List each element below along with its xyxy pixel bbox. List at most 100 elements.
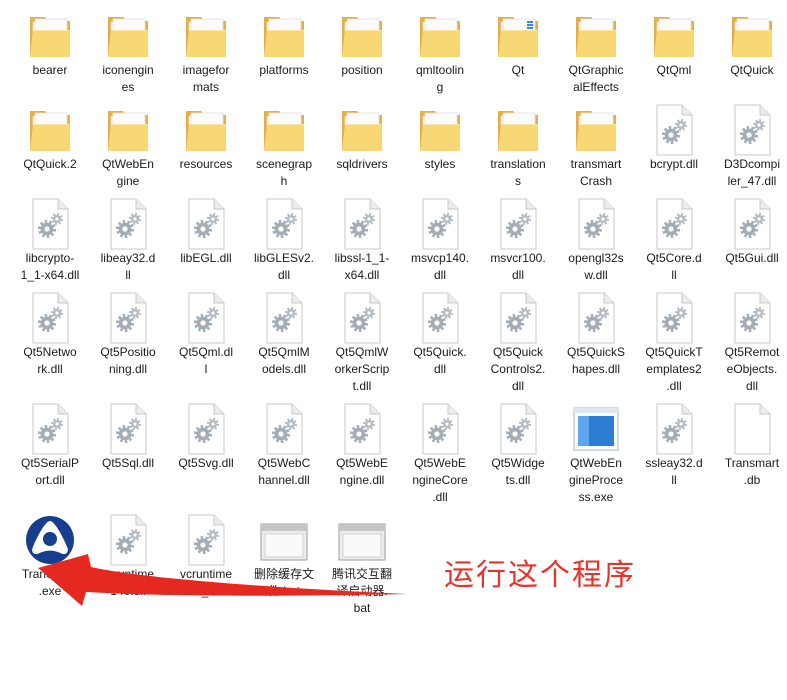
file-item[interactable]: Qt5QmlW orkerScrip t.dll	[328, 292, 396, 403]
file-item[interactable]: Qt5QuickS hapes.dll	[562, 292, 630, 403]
file-item[interactable]: Qt5WebC hannel.dll	[250, 403, 318, 514]
dll-gears-icon	[94, 514, 162, 566]
file-item[interactable]: opengl32s w.dll	[562, 198, 630, 292]
folder-item[interactable]: bearer	[16, 10, 84, 104]
dll-gears-icon	[640, 403, 708, 455]
file-name-label: QtWebEn gine	[102, 156, 154, 190]
file-item[interactable]: Qt5Gui.dll	[718, 198, 786, 292]
dll-gears-icon	[406, 403, 474, 455]
dll-gears-icon	[562, 198, 630, 250]
file-item[interactable]: libeay32.d ll	[94, 198, 162, 292]
dll-gears-icon	[562, 292, 630, 344]
file-name-label: opengl32s w.dll	[568, 250, 623, 284]
file-name-label: vcruntime 140.dll	[102, 566, 154, 600]
file-item[interactable]: libGLESv2. dll	[250, 198, 318, 292]
file-item[interactable]: Qt5Netwo rk.dll	[16, 292, 84, 403]
file-item[interactable]: msvcp140. dll	[406, 198, 474, 292]
folder-icon	[562, 10, 630, 62]
file-item[interactable]: TranSmart .exe	[16, 514, 84, 625]
file-item[interactable]: Qt5Quick Controls2. dll	[484, 292, 552, 403]
file-item[interactable]: vcruntime 140.dll	[94, 514, 162, 625]
file-name-line: vcruntime	[179, 567, 232, 581]
file-name-line: libssl-1_1-	[334, 251, 390, 265]
folder-item[interactable]: QtQuick	[718, 10, 786, 104]
file-name-line: D3Dcompi	[723, 157, 780, 171]
file-item[interactable]: 腾讯交互翻 译启动器. bat	[328, 514, 396, 625]
file-name-line: libEGL.dll	[180, 251, 232, 265]
file-name-label: Qt5Quick Controls2. dll	[491, 344, 546, 395]
folder-item[interactable]: qmltoolin g	[406, 10, 474, 104]
folder-item[interactable]: position	[328, 10, 396, 104]
folder-item[interactable]: transmart Crash	[562, 104, 630, 198]
file-item[interactable]: QtWebEn gineProce ss.exe	[562, 403, 630, 514]
folder-item[interactable]: imagefor mats	[172, 10, 240, 104]
file-item[interactable]: Qt5QuickT emplates2 .dll	[640, 292, 708, 403]
folder-item[interactable]: styles	[406, 104, 474, 198]
file-item[interactable]: D3Dcompi ler_47.dll	[718, 104, 786, 198]
file-name-label: QtQuick.2	[23, 156, 76, 173]
file-item[interactable]: vcruntime 140_1.dll	[172, 514, 240, 625]
dll-gears-icon	[16, 292, 84, 344]
file-name-label: Qt5Qml.dl l	[179, 344, 233, 378]
file-item[interactable]: Qt5QmlM odels.dll	[250, 292, 318, 403]
file-item[interactable]: Transmart .db	[718, 403, 786, 514]
file-item[interactable]: Qt5WebE ngine.dll	[328, 403, 396, 514]
folder-icon	[718, 10, 786, 62]
file-item[interactable]: bcrypt.dll	[640, 104, 708, 198]
file-item[interactable]: Qt5Remot eObjects. dll	[718, 292, 786, 403]
file-name-line: QtWebEn	[102, 157, 154, 171]
folder-item[interactable]: resources	[172, 104, 240, 198]
file-name-line: qmltoolin	[415, 63, 465, 77]
file-item[interactable]: msvcr100. dll	[484, 198, 552, 292]
file-item[interactable]: Qt5Svg.dll	[172, 403, 240, 514]
file-name-line: emplates2	[646, 362, 702, 376]
file-name-line: 1_1-x64.dll	[20, 268, 80, 282]
dll-gears-icon	[640, 292, 708, 344]
file-item[interactable]: Qt5Sql.dll	[94, 403, 162, 514]
file-item[interactable]: libcrypto- 1_1-x64.dll	[16, 198, 84, 292]
file-item[interactable]: Qt5WebE ngineCore .dll	[406, 403, 474, 514]
folder-icon	[94, 10, 162, 62]
file-name-label: Qt5QmlM odels.dll	[258, 344, 309, 378]
file-item[interactable]: libssl-1_1- x64.dll	[328, 198, 396, 292]
file-item[interactable]: Qt5Widge ts.dll	[484, 403, 552, 514]
file-item[interactable]: Qt5Core.d ll	[640, 198, 708, 292]
dll-gears-icon	[172, 403, 240, 455]
file-name-line: ts.dll	[505, 473, 531, 487]
file-name-label: Qt5Quick. dll	[413, 344, 466, 378]
folder-item[interactable]: scenegrap h	[250, 104, 318, 198]
folder-item[interactable]: QtWebEn gine	[94, 104, 162, 198]
file-item[interactable]: Qt5Positio ning.dll	[94, 292, 162, 403]
file-name-label: TranSmart .exe	[22, 566, 78, 600]
file-name-label: msvcr100. dll	[490, 250, 545, 284]
file-name-label: Qt5Widge ts.dll	[491, 455, 544, 489]
folder-item[interactable]: platforms	[250, 10, 318, 104]
folder-item[interactable]: QtQml	[640, 10, 708, 104]
file-name-line: dll	[433, 362, 446, 376]
file-item[interactable]: libEGL.dll	[172, 198, 240, 292]
folder-item[interactable]: iconengin es	[94, 10, 162, 104]
folder-item[interactable]: Qt	[484, 10, 552, 104]
file-item[interactable]: Qt5Quick. dll	[406, 292, 474, 403]
file-name-line: t.dll	[352, 379, 372, 393]
file-item[interactable]: ssleay32.d ll	[640, 403, 708, 514]
file-name-line: sqldrivers	[336, 157, 388, 171]
file-item[interactable]: Qt5Qml.dl l	[172, 292, 240, 403]
file-name-line: ngineCore	[412, 473, 468, 487]
folder-icon	[172, 10, 240, 62]
folder-item[interactable]: sqldrivers	[328, 104, 396, 198]
folder-item[interactable]: QtGraphic alEffects	[562, 10, 630, 104]
file-name-line: .exe	[38, 584, 62, 598]
folder-item[interactable]: translation s	[484, 104, 552, 198]
file-item[interactable]: 删除缓存文 件.bat	[250, 514, 318, 625]
file-item[interactable]: Qt5SerialP ort.dll	[16, 403, 84, 514]
file-name-label: Qt5Core.d ll	[646, 250, 701, 284]
dll-gears-icon	[484, 403, 552, 455]
dll-gears-icon	[406, 198, 474, 250]
folder-item[interactable]: QtQuick.2	[16, 104, 84, 198]
file-name-line: position	[341, 63, 383, 77]
file-name-line: Crash	[579, 174, 612, 188]
dll-gears-icon	[328, 292, 396, 344]
file-name-line: 件.bat	[267, 584, 300, 598]
dll-gears-icon	[406, 292, 474, 344]
